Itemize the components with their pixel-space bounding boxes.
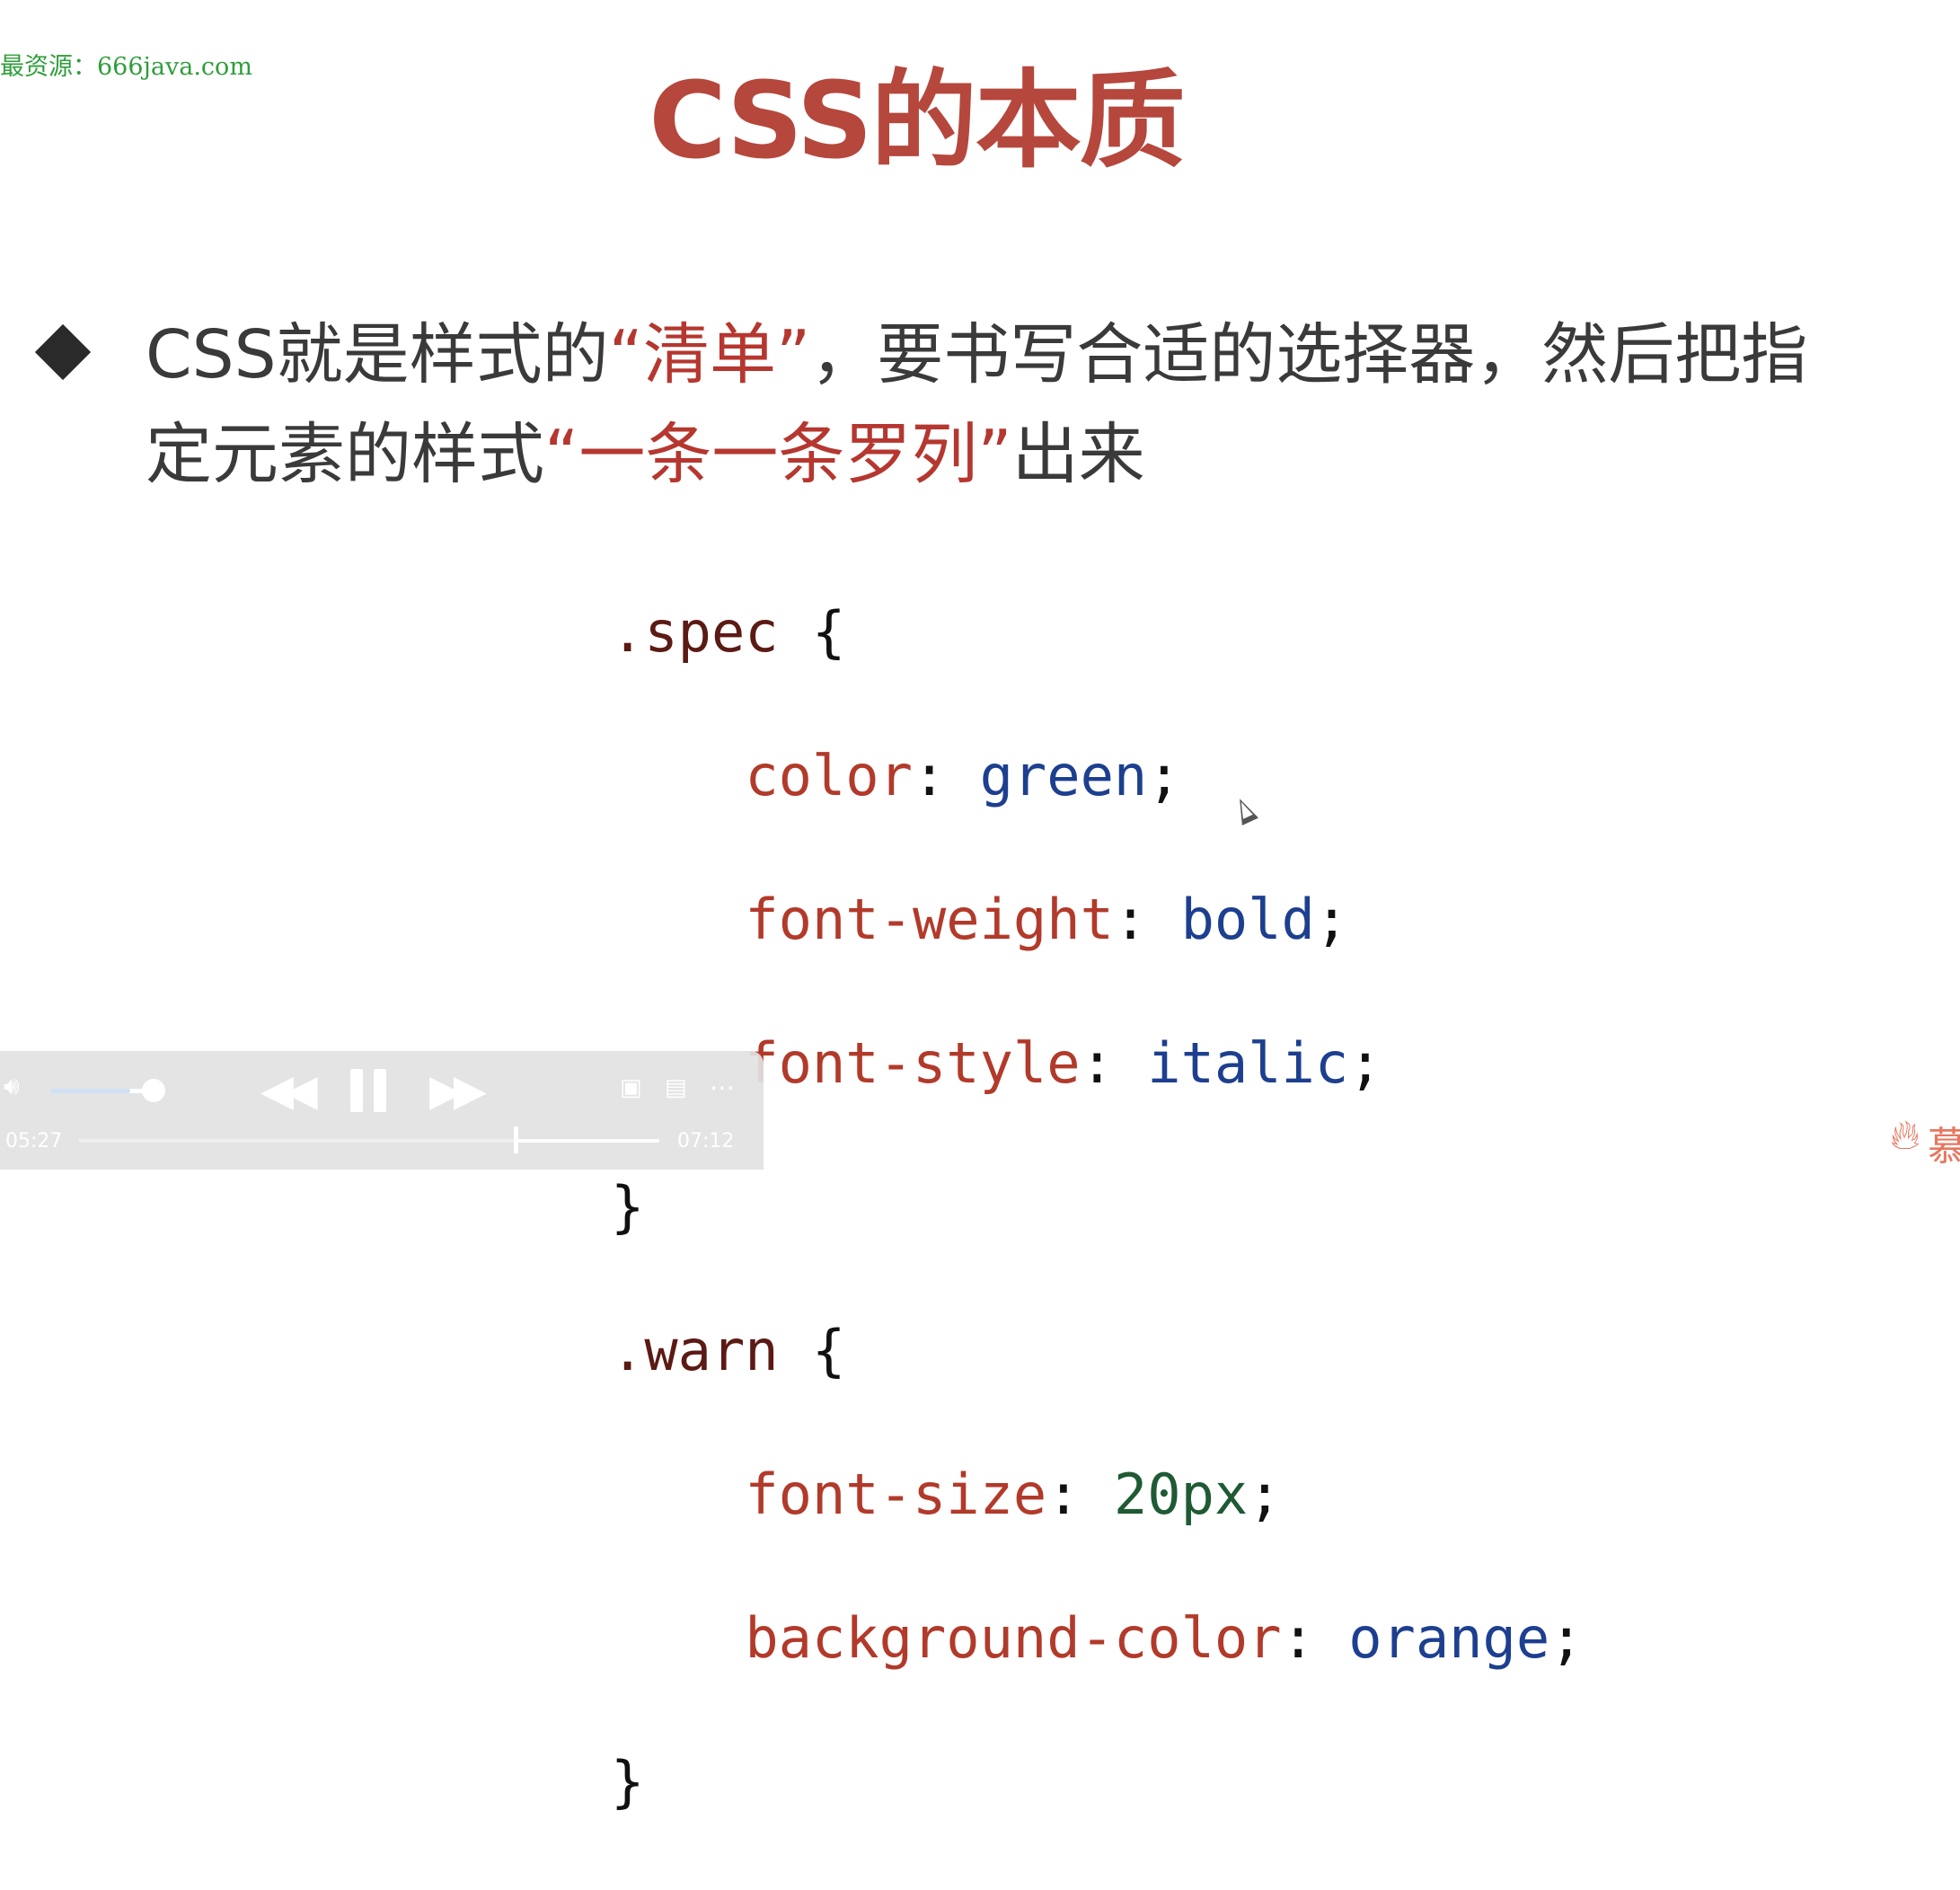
volume-icon[interactable]: 🔊︎ xyxy=(4,1071,20,1101)
volume-fill xyxy=(50,1089,130,1093)
code-line-spec-open: .spec { xyxy=(611,596,1584,668)
fast-forward-icon[interactable]: ▶▶ xyxy=(429,1065,487,1116)
code-brace: { xyxy=(811,599,846,665)
captions-icon[interactable]: ▤ xyxy=(665,1074,687,1101)
code-value: italic xyxy=(1147,1030,1349,1096)
code-semicolon: ; xyxy=(1549,1605,1584,1671)
current-time: 05:27 xyxy=(5,1130,63,1153)
slide-title: CSS的本质 xyxy=(649,58,1185,182)
picture-in-picture-icon[interactable]: ▣ xyxy=(620,1074,642,1101)
rewind-icon[interactable]: ◀◀ xyxy=(260,1065,318,1116)
bullet-highlight-2: “一条一条罗列” xyxy=(544,416,1012,493)
bullet-highlight-1: “清单” xyxy=(608,316,811,393)
code-selector-warn: .warn xyxy=(611,1318,779,1383)
progress-fill xyxy=(79,1139,519,1143)
bullet-text-part-3: 出来 xyxy=(1011,416,1145,493)
code-value: orange xyxy=(1348,1605,1550,1671)
code-value: green xyxy=(979,743,1148,808)
progress-handle[interactable] xyxy=(514,1126,518,1153)
code-property: font-weight xyxy=(745,887,1114,952)
video-player-controls: 🔊︎ ◀◀ ▶▶ ▣ ▤ ⋯ 05:27 07:12 xyxy=(0,1051,764,1170)
code-property: font-style xyxy=(745,1030,1081,1096)
code-colon: : xyxy=(1113,887,1148,952)
bullet-text: CSS就是样式的“清单”，要书写合适的选择器，然后把指定元素的样式“一条一条罗列… xyxy=(146,305,1834,505)
code-colon: : xyxy=(1080,1030,1114,1096)
volume-slider-handle[interactable] xyxy=(142,1079,165,1102)
code-line-warn-open: .warn { xyxy=(611,1315,1584,1387)
volume-slider[interactable] xyxy=(50,1089,156,1093)
code-semicolon: ; xyxy=(1248,1462,1282,1527)
code-semicolon: ; xyxy=(1314,887,1349,952)
css-code-block: .spec { color: green; font-weight: bold;… xyxy=(611,525,1584,1890)
code-selector-spec: .spec xyxy=(611,599,779,665)
code-semicolon: ; xyxy=(1147,743,1181,808)
code-line: font-weight: bold; xyxy=(611,884,1584,956)
code-property: background-color xyxy=(745,1605,1282,1671)
code-property: font-size xyxy=(745,1462,1047,1527)
bullet-text-part-1: CSS就是样式的 xyxy=(146,316,609,393)
code-value: bold xyxy=(1180,887,1315,952)
progress-bar[interactable] xyxy=(79,1139,659,1143)
code-line: color: green; xyxy=(611,740,1584,812)
code-colon: : xyxy=(1281,1605,1315,1671)
code-line-spec-close: } xyxy=(611,1171,1584,1243)
more-icon[interactable]: ⋯ xyxy=(710,1073,735,1102)
flame-logo-icon: 🔥︎ xyxy=(1890,1110,1920,1159)
code-colon: : xyxy=(1046,1462,1081,1527)
code-property: color xyxy=(745,743,913,808)
code-brace: } xyxy=(611,1174,645,1240)
total-time: 07:12 xyxy=(677,1130,735,1153)
code-line: background-color: orange; xyxy=(611,1603,1584,1674)
code-value: 20px xyxy=(1113,1462,1249,1527)
code-brace: { xyxy=(811,1318,846,1383)
bullet-diamond-icon xyxy=(34,323,92,381)
code-colon: : xyxy=(912,743,947,808)
code-line-warn-close: } xyxy=(611,1746,1584,1818)
code-brace: } xyxy=(611,1749,645,1815)
code-line: font-size: 20px; xyxy=(611,1459,1584,1531)
pause-icon[interactable] xyxy=(350,1069,397,1116)
brand-text: 慕 xyxy=(1928,1124,1960,1170)
code-semicolon: ; xyxy=(1348,1030,1382,1096)
